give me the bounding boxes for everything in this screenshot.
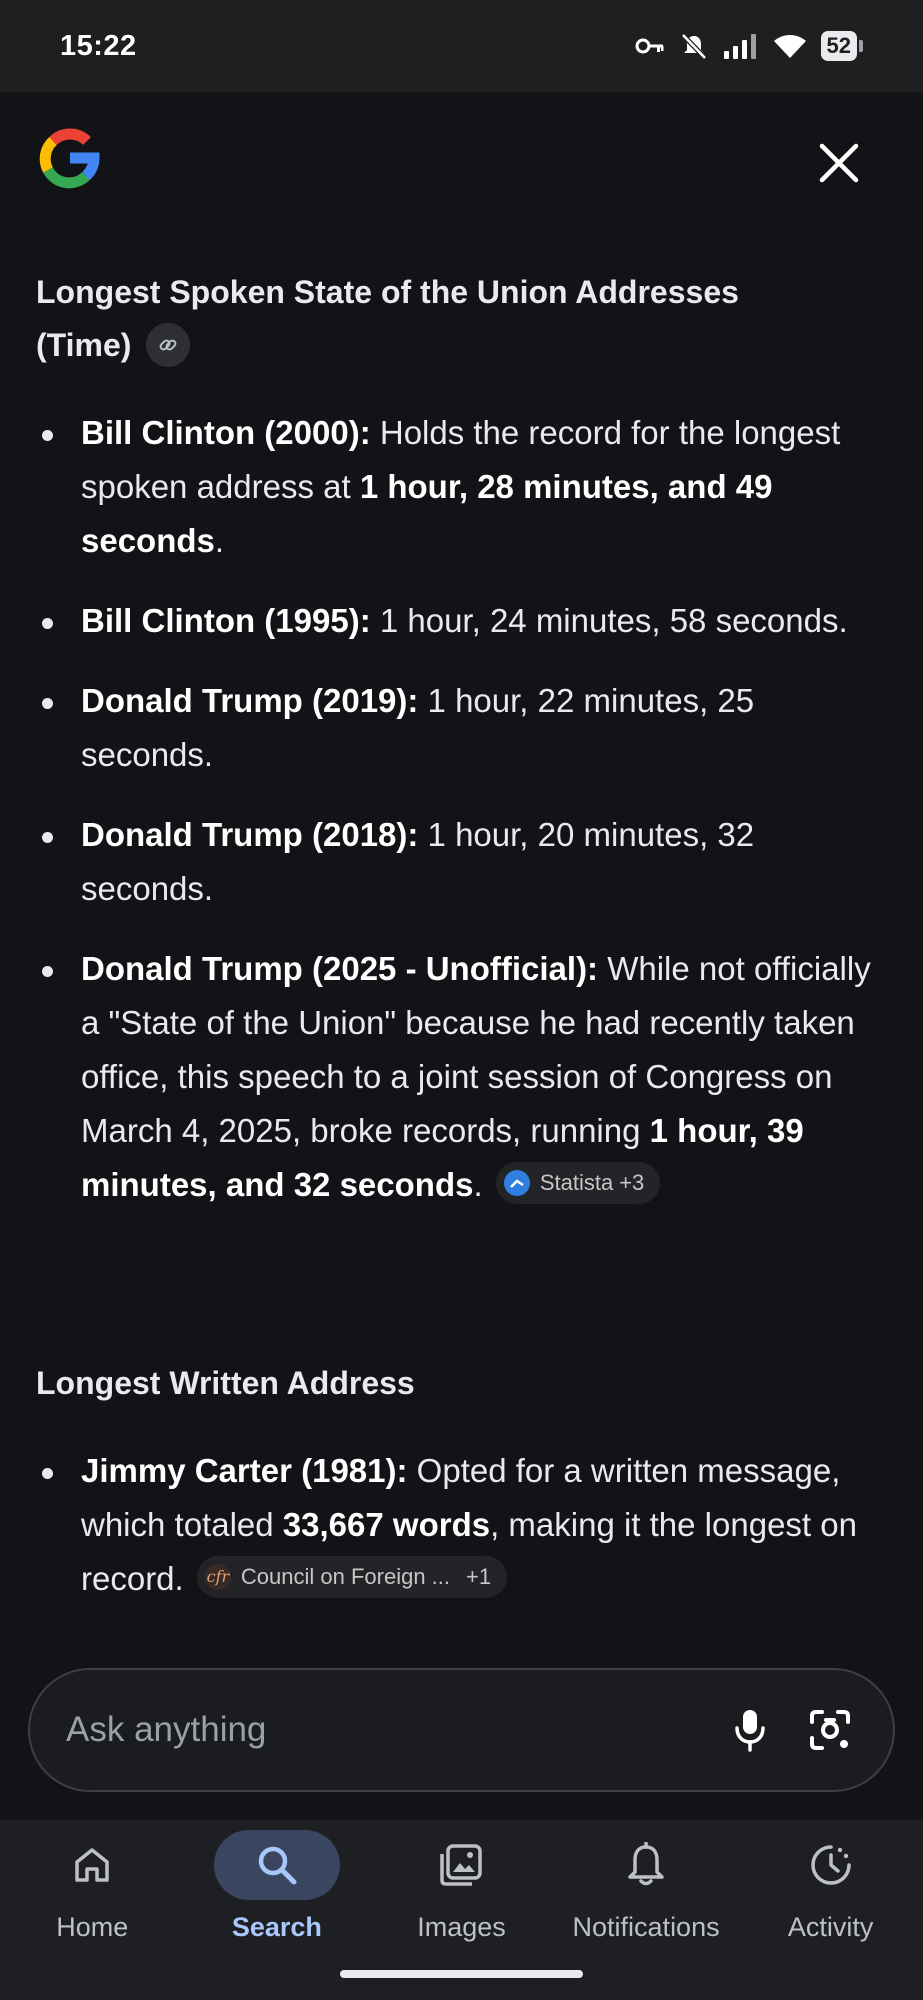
mute-icon	[680, 33, 707, 60]
list-item: Jimmy Carter (1981): Opted for a written…	[0, 1444, 923, 1606]
nav-label: Notifications	[572, 1912, 720, 1942]
source-chip[interactable]: cfr Council on Foreign ... +1	[196, 1556, 508, 1599]
source-chip[interactable]: Statista +3	[495, 1162, 661, 1205]
status-bar: 15:22 52	[0, 0, 923, 92]
list-item: Donald Trump (2019): 1 hour, 22 minutes,…	[0, 674, 923, 782]
link-icon[interactable]	[146, 322, 191, 367]
status-icons: 52	[635, 31, 863, 61]
statista-icon	[503, 1170, 530, 1197]
cfr-icon: cfr	[204, 1564, 231, 1591]
close-icon[interactable]	[816, 140, 862, 186]
nav-label: Home	[56, 1912, 129, 1942]
section-title: Longest Spoken State of the Union Addres…	[36, 274, 739, 363]
battery-level: 52	[820, 31, 857, 61]
source-name: Council on Foreign ...	[240, 1564, 450, 1590]
nav-item-activity[interactable]: Activity	[738, 1820, 923, 2000]
nav-label: Search	[231, 1912, 322, 1942]
list-item: Donald Trump (2025 - Unofficial): While …	[0, 942, 923, 1212]
header	[0, 92, 923, 232]
list-item: Donald Trump (2018): 1 hour, 20 minutes,…	[0, 808, 923, 916]
home-icon	[29, 1830, 155, 1900]
ask-input[interactable]: Ask anything	[66, 1710, 697, 1750]
section-heading: Longest Spoken State of the Union Addres…	[36, 266, 836, 372]
source-name: Statista	[539, 1170, 614, 1196]
battery-icon: 52	[820, 31, 863, 61]
microphone-icon[interactable]	[723, 1703, 777, 1757]
activity-icon	[768, 1830, 894, 1900]
signal-icon	[723, 34, 756, 59]
wifi-icon	[773, 35, 806, 58]
images-icon	[398, 1830, 524, 1900]
bullet-list: Jimmy Carter (1981): Opted for a written…	[0, 1444, 923, 1632]
nav-label: Activity	[787, 1912, 874, 1942]
section-title: Longest Written Address	[36, 1365, 415, 1401]
search-icon	[213, 1830, 340, 1900]
source-more: +3	[619, 1170, 645, 1196]
list-item: Bill Clinton (1995): 1 hour, 24 minutes,…	[0, 594, 923, 648]
nav-item-home[interactable]: Home	[0, 1820, 185, 2000]
home-indicator[interactable]	[340, 1970, 583, 1978]
section-heading: Longest Written Address	[36, 1357, 836, 1410]
camera-lens-icon[interactable]	[803, 1703, 857, 1757]
list-item: Bill Clinton (2000): Holds the record fo…	[0, 406, 923, 568]
bell-icon	[583, 1830, 709, 1900]
bullet-list: Bill Clinton (2000): Holds the record fo…	[0, 406, 923, 1238]
ask-bar[interactable]: Ask anything	[28, 1668, 895, 1792]
google-g-logo	[39, 128, 100, 189]
status-time: 15:22	[60, 29, 137, 62]
source-more: +1	[466, 1564, 492, 1590]
vpn-key-icon	[635, 38, 664, 54]
nav-label: Images	[417, 1912, 506, 1942]
